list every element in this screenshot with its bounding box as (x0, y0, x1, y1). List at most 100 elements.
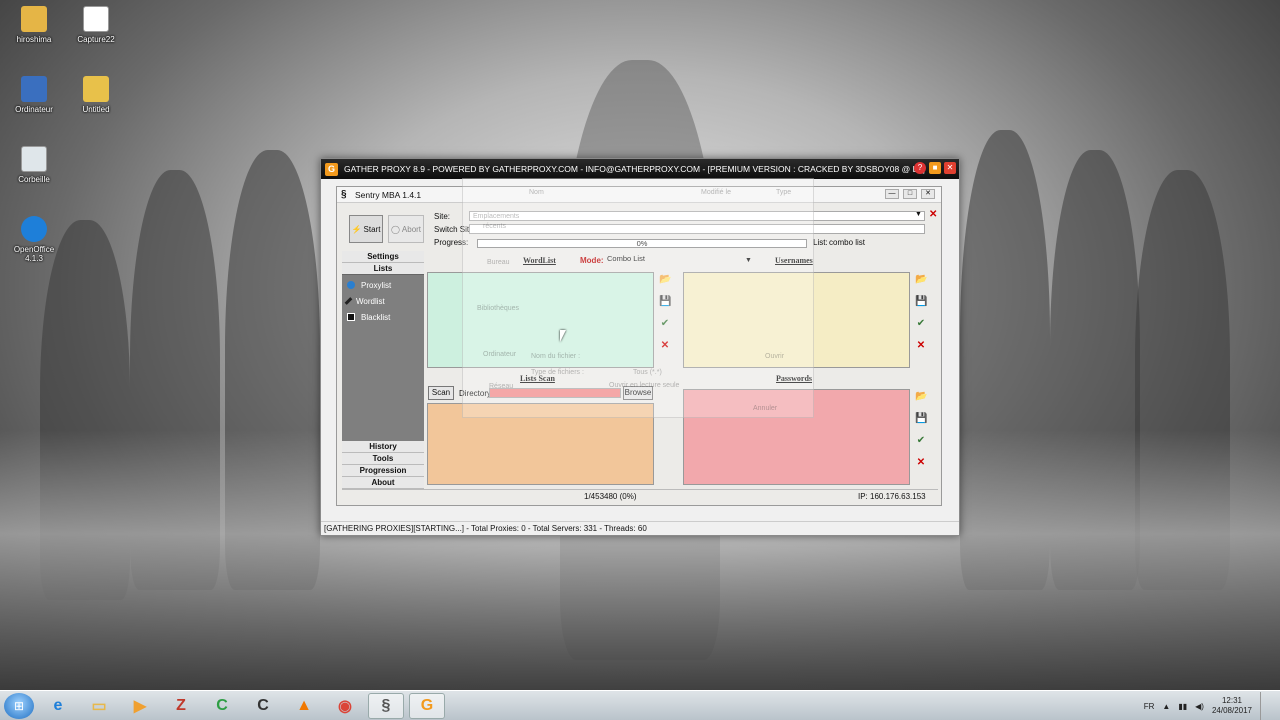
sidebar-item-blacklist[interactable]: Blacklist (342, 309, 424, 325)
ghost-cancel-button: Annuler (753, 405, 778, 412)
tab-lists[interactable]: Lists (342, 263, 424, 275)
proxy-icon (347, 281, 355, 289)
tab-about[interactable]: About (342, 477, 424, 489)
taskbar-app-terminal[interactable]: C (245, 693, 281, 719)
delete-icon[interactable]: ✕ (915, 457, 927, 469)
tab-settings[interactable]: Settings (342, 251, 424, 263)
tab-tools[interactable]: Tools (342, 453, 424, 465)
remove-site-icon[interactable]: ✕ (929, 209, 937, 220)
tab-history[interactable]: History (342, 441, 424, 453)
clock-date: 24/08/2017 (1211, 706, 1252, 715)
blacklist-icon (347, 313, 355, 321)
taskbar-app-ie[interactable]: e (40, 693, 76, 719)
tab-progression[interactable]: Progression (342, 465, 424, 477)
system-tray: FR ▲ ▮▮ ◀) 12:31 24/08/2017 (1144, 691, 1280, 720)
taskbar-app-chrome[interactable]: ◉ (327, 693, 363, 719)
desktop-icon-hiroshima[interactable]: hiroshima (4, 6, 64, 44)
ie-icon: e (53, 696, 63, 714)
clean-icon[interactable]: ✔ (915, 435, 927, 447)
taskbar-app-filezilla[interactable]: Z (163, 693, 199, 719)
openoffice-icon (21, 216, 47, 242)
site-label: Site: (434, 212, 451, 221)
taskbar: ⊞ e ▭ ▶ Z C C ▲ ◉ § G FR ▲ ▮▮ ◀) 12:31 24/08/2017 (0, 690, 1280, 720)
ghost-filetype-label: Type de fichiers : (531, 369, 584, 376)
scan-button[interactable]: Scan (428, 386, 454, 400)
taskbar-app-explorer[interactable]: ▭ (81, 693, 117, 719)
computer-icon (21, 76, 47, 102)
network-icon[interactable]: ▮▮ (1178, 702, 1187, 711)
clock[interactable]: 12:31 24/08/2017 (1212, 696, 1252, 716)
language-indicator[interactable]: FR (1144, 702, 1155, 711)
taskbar-app-camtasia[interactable]: C (204, 693, 240, 719)
delete-icon[interactable]: ✕ (915, 340, 927, 352)
clock-time: 12:31 (1221, 696, 1242, 705)
windows-logo-icon: ⊞ (13, 698, 25, 713)
desktop-icon-ordinateur[interactable]: Ordinateur (4, 76, 64, 114)
desktop-icon-openoffice[interactable]: OpenOffice 4.1.3 (4, 216, 64, 263)
status-count: 1/453480 (0%) (584, 492, 637, 501)
minimize-icon[interactable]: — (885, 189, 899, 199)
desktop-icon-corbeille[interactable]: Corbeille (4, 146, 64, 184)
gatherproxy-logo-icon: G (325, 162, 338, 176)
maximize-icon[interactable]: ■ (929, 162, 941, 174)
ghost-item-bibliotheques: Bibliothèques (477, 305, 520, 312)
sidebar-item-proxylist[interactable]: Proxylist (342, 277, 424, 293)
recycle-bin-icon (21, 146, 47, 172)
pen-icon (344, 297, 353, 305)
sentry-logo-icon: § (341, 188, 347, 200)
ghost-item-reseau: Réseau (489, 383, 514, 390)
ghost-filename-label: Nom du fichier : (531, 353, 581, 360)
ghost-item-emplacements: Emplacements (473, 213, 520, 220)
volume-icon[interactable]: ◀) (1195, 702, 1204, 711)
status-ip: IP: 160.176.63.153 (858, 492, 926, 501)
taskbar-app-sentry[interactable]: § (368, 692, 404, 719)
sidebar: Settings Lists Proxylist Wordlist Blackl… (342, 251, 424, 489)
open-folder-icon[interactable]: 📂 (915, 274, 927, 286)
explorer-icon: ▭ (91, 697, 107, 715)
lightning-icon: ⚡ (351, 224, 362, 234)
help-icon[interactable]: ? (914, 162, 926, 174)
file-icon (83, 76, 109, 102)
start-button[interactable]: ⊞ (4, 692, 34, 719)
mouse-cursor-icon (560, 330, 566, 342)
gatherproxy-icon: G (420, 696, 434, 714)
open-folder-icon[interactable]: 📂 (915, 391, 927, 403)
show-desktop-button[interactable] (1260, 692, 1270, 720)
vlc-icon: ▲ (296, 696, 312, 714)
ghost-item-recents: récents (483, 223, 506, 230)
tray-arrow-icon[interactable]: ▲ (1162, 702, 1170, 711)
desktop-icon-capture22[interactable]: Capture22 (66, 6, 126, 44)
taskbar-app-vlc[interactable]: ▲ (286, 693, 322, 719)
close-icon[interactable]: ✕ (944, 162, 956, 174)
sentry-title: Sentry MBA 1.4.1 (355, 189, 422, 200)
camtasia-icon: C (216, 696, 228, 714)
stop-icon: ◯ (390, 224, 400, 234)
taskbar-apps: e ▭ ▶ Z C C ▲ ◉ § G (40, 692, 450, 719)
media-player-icon: ▶ (133, 697, 147, 715)
start-button[interactable]: ⚡ Start (349, 215, 383, 243)
ghost-item-bureau: Bureau (487, 259, 510, 266)
taskbar-app-gatherproxy[interactable]: G (409, 692, 445, 719)
terminal-icon: C (257, 696, 269, 714)
taskbar-app-media-player[interactable]: ▶ (122, 693, 158, 719)
ghost-item-ordinateur: Ordinateur (483, 351, 517, 358)
save-icon[interactable]: 💾 (915, 413, 927, 425)
list-value: combo list (829, 238, 866, 247)
save-icon[interactable]: 💾 (915, 296, 927, 308)
list-label: List: (813, 238, 828, 247)
gather-proxy-status: [GATHERING PROXIES][STARTING...] - Total… (321, 521, 959, 535)
ghost-open-button: Ouvrir (765, 353, 785, 360)
sidebar-item-wordlist[interactable]: Wordlist (342, 293, 424, 309)
abort-button[interactable]: ◯ Abort (388, 215, 424, 243)
clean-icon[interactable]: ✔ (915, 318, 927, 330)
sentry-status-bar: 1/453480 (0%) IP: 160.176.63.153 (342, 489, 938, 501)
chrome-icon: ◉ (338, 697, 352, 715)
desktop-icon-untitled[interactable]: Untitled (66, 76, 126, 114)
ghost-header-modified: Modifié le (701, 189, 731, 196)
image-file-icon (83, 6, 109, 32)
gather-proxy-titlebar[interactable]: G GATHER PROXY 8.9 - POWERED BY GATHERPR… (321, 159, 959, 179)
close-icon[interactable]: ✕ (921, 189, 935, 199)
ghost-file-dialog: Nom Modifié le Type Emplacements récents… (462, 178, 814, 418)
maximize-icon[interactable]: □ (903, 189, 917, 199)
site-dropdown-icon[interactable]: ▼ (915, 211, 922, 218)
